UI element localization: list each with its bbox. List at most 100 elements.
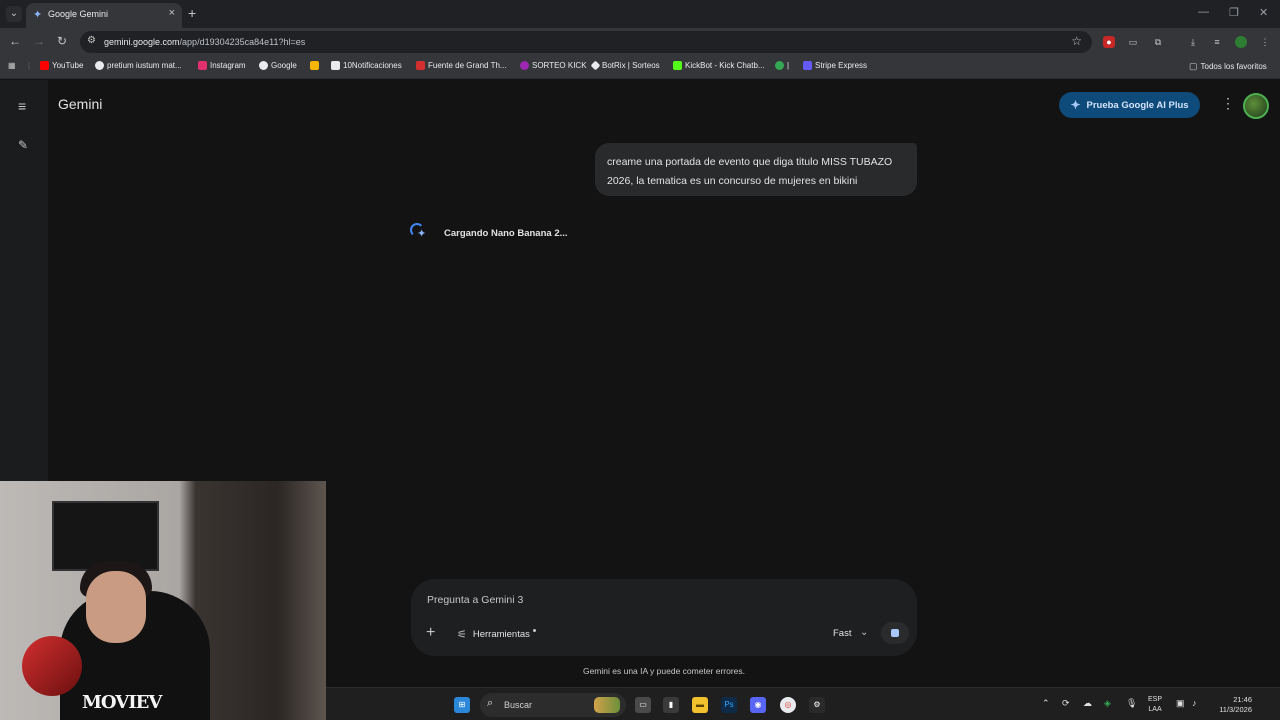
gemini-brand[interactable]: Gemini: [58, 96, 102, 112]
model-mode-selector[interactable]: Fast: [833, 628, 851, 639]
webcam-overlay: MOVIEV: [0, 481, 326, 720]
extension-red-icon[interactable]: ●: [1103, 36, 1115, 48]
youtube-icon: [40, 61, 49, 70]
bookmark-pinwheel[interactable]: [310, 61, 319, 70]
sliders-icon: ⚟: [457, 629, 467, 641]
bookmark-sorteo-kick[interactable]: SORTEO KICK: [520, 61, 587, 70]
file-explorer-icon[interactable]: ▬: [692, 697, 708, 713]
extension-tablet-icon[interactable]: ▭: [1127, 36, 1139, 48]
window-close-icon[interactable]: ✕: [1259, 6, 1268, 19]
browser-toolbar: ← → ↻ ⚙ gemini.google.com/app/d19304235c…: [0, 28, 1280, 55]
search-highlight-icon: [594, 697, 620, 713]
restore-icon[interactable]: ❐: [1229, 6, 1239, 19]
layout-code: LAA: [1148, 706, 1162, 713]
botrix-icon: [590, 60, 601, 71]
network-icon[interactable]: ▣: [1176, 698, 1185, 709]
extensions-puzzle-icon[interactable]: ⧉: [1152, 36, 1164, 48]
more-options-icon[interactable]: ⋮: [1221, 95, 1235, 112]
forward-arrow-icon[interactable]: →: [33, 34, 45, 48]
reading-list-icon[interactable]: ≡: [1211, 36, 1223, 48]
steam-icon[interactable]: ⚙: [809, 697, 825, 713]
tools-button[interactable]: ⚟ Herramientas: [457, 628, 536, 641]
gemini-spinner-icon: ✦: [410, 223, 430, 243]
x-icon: [331, 61, 340, 70]
windows-start-icon[interactable]: ⊞: [454, 697, 470, 713]
bookmark-green-circle[interactable]: |: [775, 61, 789, 70]
task-view-icon[interactable]: ▭: [635, 697, 651, 713]
stop-generation-button[interactable]: [881, 622, 909, 644]
tab-gemini[interactable]: ✦ Google Gemini ×: [26, 3, 182, 28]
app-generic-icon[interactable]: ▮: [663, 697, 679, 713]
all-bookmarks-folder[interactable]: ▢ Todos los favoritos: [1189, 61, 1267, 72]
taskbar-search-label: Buscar: [504, 700, 533, 710]
volume-icon[interactable]: ♪: [1192, 698, 1197, 708]
search-icon: ⌕: [487, 697, 494, 709]
bookmark-youtube[interactable]: YouTube: [40, 61, 83, 70]
chrome-icon[interactable]: ◎: [780, 697, 796, 713]
stop-square-icon: [891, 629, 899, 637]
tab-strip: ⌄ ✦ Google Gemini × + — ❐ ✕: [0, 0, 1280, 28]
bookmark-fuente-grand[interactable]: Fuente de Grand Th...: [416, 61, 507, 70]
tools-indicator-dot: [532, 629, 536, 632]
bookmark-stripe-express[interactable]: Stripe Express: [803, 61, 867, 70]
chevron-down-icon[interactable]: ⌄: [860, 627, 868, 638]
loading-indicator: ✦ Cargando Nano Banana 2...: [410, 223, 568, 243]
bookmark-10notificaciones[interactable]: 10Notificaciones: [331, 61, 402, 70]
microphone: [22, 636, 82, 696]
bookmark-separator: |: [28, 61, 31, 70]
url-path: /app/d19304235ca84e11?hl=es: [179, 37, 306, 47]
microphone-icon[interactable]: 🎙: [1126, 698, 1137, 709]
bookmark-star-icon[interactable]: ☆: [1071, 34, 1082, 48]
tray-overflow-icon[interactable]: ⌃: [1042, 698, 1050, 709]
shirt-print: MOVIEV: [82, 692, 162, 713]
bookmark-instagram[interactable]: Instagram: [198, 61, 246, 70]
apps-grid-icon[interactable]: ▦: [8, 61, 16, 70]
instagram-icon: [198, 61, 207, 70]
new-tab-button[interactable]: +: [188, 5, 196, 21]
sync-icon[interactable]: ⟳: [1062, 698, 1070, 709]
bookmark-google[interactable]: Google: [259, 61, 297, 70]
windows-taskbar: ⊞ ⌕ Buscar ▭ ▮ ▬ Ps ◉ ◎ ⚙ ⌃ ⟳ ☁ ◈ 🎙 ESP …: [326, 687, 1280, 720]
taskbar-search[interactable]: ⌕ Buscar: [480, 693, 626, 717]
chrome-menu-icon[interactable]: ⋮: [1259, 36, 1271, 48]
add-attachment-plus-icon[interactable]: +: [426, 624, 435, 642]
bookmarks-bar: ▦ | YouTube pretium iustum mat... Instag…: [0, 55, 1280, 79]
font-f-icon: [416, 61, 425, 70]
new-chat-edit-icon[interactable]: ✎: [18, 138, 28, 152]
upgrade-ai-plus-button[interactable]: ✦ Prueba Google AI Plus: [1059, 92, 1200, 118]
globe-icon: [95, 61, 104, 70]
tab-close-icon[interactable]: ×: [169, 7, 175, 19]
minimize-icon[interactable]: —: [1198, 6, 1209, 18]
tools-label: Herramientas: [472, 629, 530, 640]
tab-search-button[interactable]: ⌄: [6, 6, 22, 22]
discord-icon[interactable]: ◉: [750, 697, 766, 713]
google-icon: [259, 61, 268, 70]
stripe-icon: [803, 61, 812, 70]
account-avatar[interactable]: [1243, 93, 1269, 119]
person-face: [86, 571, 146, 643]
site-info-icon[interactable]: ⚙: [87, 35, 96, 46]
system-clock[interactable]: 21:46 11/3/2026: [1212, 695, 1252, 715]
loading-text: Cargando Nano Banana 2...: [444, 227, 568, 239]
url-host: gemini.google.com: [104, 37, 180, 47]
photoshop-icon[interactable]: Ps: [721, 697, 737, 713]
prompt-input[interactable]: Pregunta a Gemini 3: [427, 594, 523, 606]
address-bar[interactable]: ⚙ gemini.google.com/app/d19304235ca84e11…: [80, 31, 1092, 53]
pinwheel-icon: [310, 61, 319, 70]
hamburger-menu-icon[interactable]: ≡: [18, 98, 26, 114]
security-icon[interactable]: ◈: [1104, 698, 1111, 709]
bookmark-kickbot[interactable]: KickBot - Kick Chatb...: [673, 61, 765, 70]
download-icon[interactable]: ⤓: [1187, 36, 1199, 48]
profile-avatar-icon[interactable]: [1235, 36, 1247, 48]
clock-time: 21:46: [1233, 695, 1252, 704]
back-arrow-icon[interactable]: ←: [9, 34, 21, 48]
gemini-favicon-icon: ✦: [33, 9, 43, 21]
bookmark-pretium[interactable]: pretium iustum mat...: [95, 61, 182, 70]
lang-code: ESP: [1148, 696, 1163, 703]
prompt-composer: Pregunta a Gemini 3 + ⚟ Herramientas Fas…: [411, 579, 917, 656]
reload-icon[interactable]: ↻: [57, 34, 67, 48]
onedrive-icon[interactable]: ☁: [1083, 698, 1092, 709]
bookmark-botrix[interactable]: BotRix | Sorteos: [590, 60, 660, 71]
sparkle-icon: ✦: [1070, 98, 1081, 112]
language-indicator[interactable]: ESP LAA: [1148, 695, 1162, 715]
